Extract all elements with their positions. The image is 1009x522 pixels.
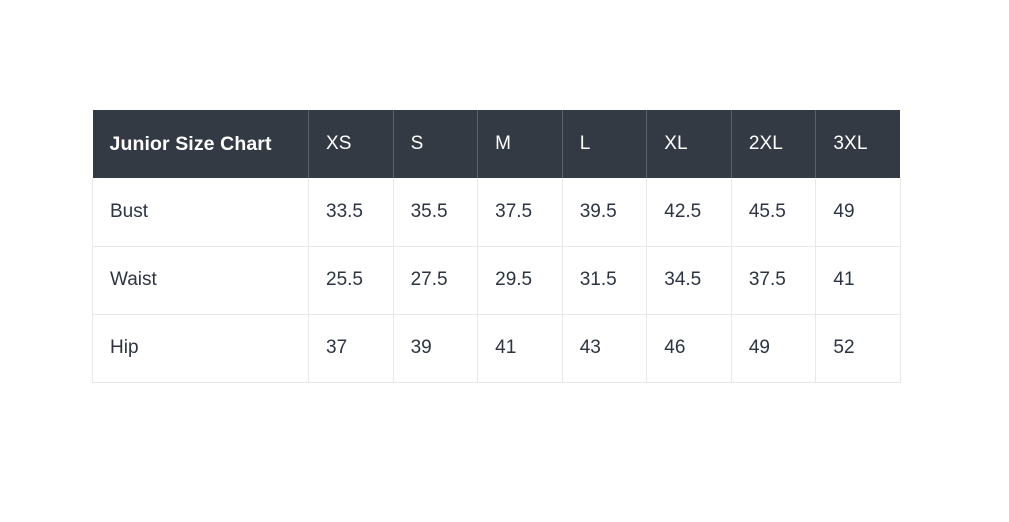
size-header-xl: XL bbox=[646, 110, 732, 178]
waist-2xl: 37.5 bbox=[731, 246, 817, 315]
bust-2xl: 45.5 bbox=[731, 178, 817, 247]
size-header-xs: XS bbox=[308, 110, 394, 178]
waist-l: 31.5 bbox=[562, 246, 648, 315]
size-header-s: S bbox=[393, 110, 479, 178]
measurement-label-waist: Waist bbox=[92, 246, 309, 315]
hip-s: 39 bbox=[393, 314, 479, 383]
hip-2xl: 49 bbox=[731, 314, 817, 383]
size-header-l: L bbox=[562, 110, 648, 178]
table-header: Junior Size Chart XS S M L XL 2XL 3XL bbox=[92, 110, 901, 178]
hip-3xl: 52 bbox=[815, 314, 901, 383]
measurement-label-hip: Hip bbox=[92, 314, 309, 383]
table-row: Bust 33.5 35.5 37.5 39.5 42.5 45.5 49 bbox=[92, 178, 901, 247]
bust-3xl: 49 bbox=[815, 178, 901, 247]
size-chart-container: Junior Size Chart XS S M L XL 2XL 3XL Bu… bbox=[92, 110, 901, 383]
hip-m: 41 bbox=[477, 314, 563, 383]
chart-title-header: Junior Size Chart bbox=[92, 110, 309, 178]
bust-s: 35.5 bbox=[393, 178, 479, 247]
waist-xs: 25.5 bbox=[308, 246, 394, 315]
hip-xl: 46 bbox=[646, 314, 732, 383]
header-row: Junior Size Chart XS S M L XL 2XL 3XL bbox=[92, 110, 901, 178]
table-row: Waist 25.5 27.5 29.5 31.5 34.5 37.5 41 bbox=[92, 246, 901, 315]
size-header-2xl: 2XL bbox=[731, 110, 817, 178]
size-header-3xl: 3XL bbox=[815, 110, 901, 178]
waist-s: 27.5 bbox=[393, 246, 479, 315]
bust-l: 39.5 bbox=[562, 178, 648, 247]
table-row: Hip 37 39 41 43 46 49 52 bbox=[92, 314, 901, 383]
bust-m: 37.5 bbox=[477, 178, 563, 247]
hip-l: 43 bbox=[562, 314, 648, 383]
measurement-label-bust: Bust bbox=[92, 178, 309, 247]
bust-xs: 33.5 bbox=[308, 178, 394, 247]
bust-xl: 42.5 bbox=[646, 178, 732, 247]
junior-size-chart-table: Junior Size Chart XS S M L XL 2XL 3XL Bu… bbox=[92, 110, 901, 383]
waist-m: 29.5 bbox=[477, 246, 563, 315]
hip-xs: 37 bbox=[308, 314, 394, 383]
table-body: Bust 33.5 35.5 37.5 39.5 42.5 45.5 49 Wa… bbox=[92, 178, 901, 383]
size-header-m: M bbox=[477, 110, 563, 178]
waist-xl: 34.5 bbox=[646, 246, 732, 315]
waist-3xl: 41 bbox=[815, 246, 901, 315]
